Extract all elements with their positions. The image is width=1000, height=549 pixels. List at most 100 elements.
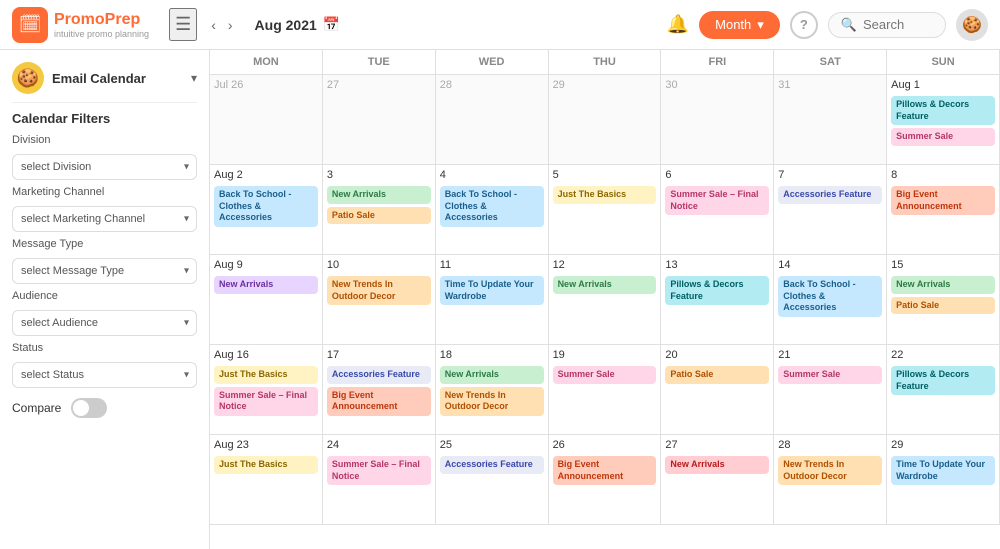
day-cell[interactable]: 22Pillows & Decors Feature: [887, 345, 1000, 435]
calendar-event[interactable]: New Arrivals: [214, 276, 318, 294]
day-cell[interactable]: 30: [661, 75, 774, 165]
search-input[interactable]: [863, 17, 933, 32]
day-cell[interactable]: 14 Back To School - Clothes & Accessories: [774, 255, 887, 345]
day-number: 14: [778, 259, 882, 271]
calendar-event[interactable]: New Arrivals: [327, 186, 431, 204]
day-cell[interactable]: 27New Arrivals: [661, 435, 774, 525]
calendar-event[interactable]: Summer Sale – Final Notice: [214, 387, 318, 416]
audience-select[interactable]: select Audience: [12, 310, 197, 336]
day-cell[interactable]: 26Big Event Announcement: [549, 435, 662, 525]
day-cell[interactable]: 29Time To Update Your Wardrobe: [887, 435, 1000, 525]
day-cell[interactable]: 12New Arrivals: [549, 255, 662, 345]
calendar-event[interactable]: Back To School - Clothes & Accessories: [778, 276, 882, 317]
message-label: Message Type: [12, 238, 197, 250]
calendar-event[interactable]: Patio Sale: [665, 366, 769, 384]
day-cell[interactable]: 13Pillows & Decors Feature: [661, 255, 774, 345]
day-cell[interactable]: 8Big Event Announcement: [887, 165, 1000, 255]
month-view-button[interactable]: Month ▾: [699, 11, 780, 39]
status-select[interactable]: select Status: [12, 362, 197, 388]
calendar-event[interactable]: Big Event Announcement: [327, 387, 431, 416]
day-cell[interactable]: 11Time To Update Your Wardrobe: [436, 255, 549, 345]
help-button[interactable]: ?: [790, 11, 818, 39]
calendar-grid: Mon Tue Wed Thu Fri Sat Sun: [210, 50, 1000, 75]
day-cell[interactable]: 31: [774, 75, 887, 165]
calendar-event[interactable]: Patio Sale: [891, 297, 995, 315]
calendar-event[interactable]: New Trends In Outdoor Decor: [778, 456, 882, 485]
day-number: 28: [778, 439, 882, 451]
nav-next-button[interactable]: ›: [224, 15, 237, 35]
day-cell[interactable]: 4Back To School - Clothes & Accessories: [436, 165, 549, 255]
compare-toggle[interactable]: [71, 398, 107, 418]
header: 🗓 PromoPrep intuitive promo planning ☰ ‹…: [0, 0, 1000, 50]
day-cell[interactable]: Aug 9New Arrivals: [210, 255, 323, 345]
day-cell[interactable]: 17Accessories FeatureBig Event Announcem…: [323, 345, 436, 435]
day-cell[interactable]: 27: [323, 75, 436, 165]
division-select[interactable]: select Division: [12, 154, 197, 180]
calendar-event[interactable]: Back To School - Clothes & Accessories: [440, 186, 544, 227]
calendar-event[interactable]: Summer Sale – Final Notice: [327, 456, 431, 485]
calendar-event[interactable]: New Arrivals: [891, 276, 995, 294]
day-cell[interactable]: 24Summer Sale – Final Notice: [323, 435, 436, 525]
day-number: 5: [553, 169, 657, 181]
calendar-event[interactable]: Big Event Announcement: [553, 456, 657, 485]
calendar-event[interactable]: New Arrivals: [553, 276, 657, 294]
calendar-event[interactable]: Accessories Feature: [778, 186, 882, 204]
day-cell[interactable]: 19Summer Sale: [549, 345, 662, 435]
calendar-event[interactable]: Big Event Announcement: [891, 186, 995, 215]
calendar-event[interactable]: Pillows & Decors Feature: [891, 366, 995, 395]
calendar-event[interactable]: Just The Basics: [553, 186, 657, 204]
calendar-event[interactable]: Accessories Feature: [440, 456, 544, 474]
day-cell[interactable]: 18New ArrivalsNew Trends In Outdoor Deco…: [436, 345, 549, 435]
calendar-event[interactable]: Pillows & Decors Feature: [891, 96, 995, 125]
day-cell[interactable]: Jul 26: [210, 75, 323, 165]
calendar-icon[interactable]: 📅: [323, 16, 340, 33]
calendar-event[interactable]: Summer Sale: [778, 366, 882, 384]
day-cell[interactable]: Aug 2Back To School - Clothes & Accessor…: [210, 165, 323, 255]
message-select[interactable]: select Message Type: [12, 258, 197, 284]
calendar-event[interactable]: Time To Update Your Wardrobe: [440, 276, 544, 305]
message-select-wrapper: select Message Type ▾: [12, 258, 197, 284]
calendar-body: Jul 262728293031Aug 1Pillows & Decors Fe…: [210, 75, 1000, 525]
day-cell[interactable]: 21Summer Sale: [774, 345, 887, 435]
notification-bell[interactable]: 🔔: [667, 14, 689, 35]
day-cell[interactable]: 15New ArrivalsPatio Sale: [887, 255, 1000, 345]
day-number: 7: [778, 169, 882, 181]
calendar-event[interactable]: Summer Sale – Final Notice: [665, 186, 769, 215]
day-cell[interactable]: 10New Trends In Outdoor Decor: [323, 255, 436, 345]
day-cell[interactable]: 20Patio Sale: [661, 345, 774, 435]
profile-button[interactable]: 🍪: [956, 9, 988, 41]
marketing-select-wrapper: select Marketing Channel ▾: [12, 206, 197, 232]
sidebar-header: 🍪 Email Calendar ▾: [12, 62, 197, 103]
menu-button[interactable]: ☰: [169, 8, 197, 41]
sidebar-chevron-icon[interactable]: ▾: [191, 71, 197, 85]
day-cell[interactable]: Aug 16Just The BasicsSummer Sale – Final…: [210, 345, 323, 435]
nav-prev-button[interactable]: ‹: [207, 15, 220, 35]
day-cell[interactable]: 28: [436, 75, 549, 165]
calendar-event[interactable]: Accessories Feature: [327, 366, 431, 384]
calendar-event[interactable]: Back To School - Clothes & Accessories: [214, 186, 318, 227]
day-cell[interactable]: 5 Just The Basics: [549, 165, 662, 255]
calendar-event[interactable]: New Trends In Outdoor Decor: [327, 276, 431, 305]
day-cell[interactable]: 29: [549, 75, 662, 165]
calendar-event[interactable]: Just The Basics: [214, 366, 318, 384]
calendar-event[interactable]: Time To Update Your Wardrobe: [891, 456, 995, 485]
day-cell[interactable]: 25Accessories Feature: [436, 435, 549, 525]
day-cell[interactable]: Aug 1Pillows & Decors FeatureSummer Sale: [887, 75, 1000, 165]
day-cell[interactable]: 7 Accessories Feature: [774, 165, 887, 255]
marketing-select[interactable]: select Marketing Channel: [12, 206, 197, 232]
status-label: Status: [12, 342, 197, 354]
day-cell[interactable]: 28 New Trends In Outdoor Decor: [774, 435, 887, 525]
calendar-event[interactable]: Pillows & Decors Feature: [665, 276, 769, 305]
calendar-event[interactable]: Patio Sale: [327, 207, 431, 225]
day-cell[interactable]: 6Summer Sale – Final Notice: [661, 165, 774, 255]
calendar-event[interactable]: Summer Sale: [553, 366, 657, 384]
calendar-event[interactable]: Just The Basics: [214, 456, 318, 474]
calendar-event[interactable]: New Trends In Outdoor Decor: [440, 387, 544, 416]
day-cell[interactable]: Aug 23Just The Basics: [210, 435, 323, 525]
calendar-event[interactable]: New Arrivals: [665, 456, 769, 474]
calendar-event[interactable]: Summer Sale: [891, 128, 995, 146]
day-cell[interactable]: 3New ArrivalsPatio Sale: [323, 165, 436, 255]
day-header-tue: Tue: [323, 50, 436, 75]
calendar-event[interactable]: New Arrivals: [440, 366, 544, 384]
header-date: Aug 2021 📅: [255, 16, 341, 33]
